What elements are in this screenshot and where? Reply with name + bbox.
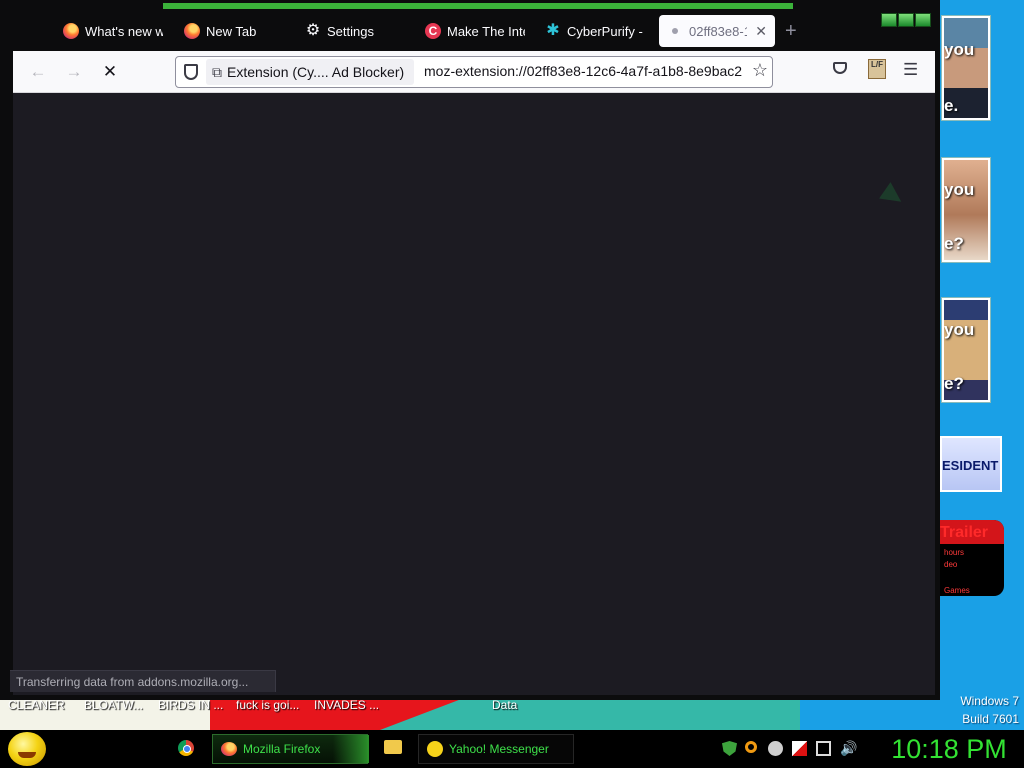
desktop-icon-label[interactable]: BLOATW... xyxy=(84,698,143,712)
windows-version-label: Windows 7 xyxy=(960,694,1019,708)
chat-icon[interactable] xyxy=(768,741,783,756)
chrome-icon[interactable] xyxy=(178,740,194,756)
tab-settings[interactable]: ⚙ Settings xyxy=(297,15,413,47)
tracking-protection-shield-icon[interactable] xyxy=(184,64,198,80)
desktop-thumbnail-2[interactable]: you e? xyxy=(942,158,990,262)
loading-dot-icon xyxy=(672,28,678,34)
close-tab-icon[interactable]: ✕ xyxy=(755,23,767,40)
identity-box[interactable]: ⧉ Extension (Cy.... Ad Blocker) xyxy=(206,59,414,85)
desktop-icon-label[interactable]: CLEANER xyxy=(8,698,65,712)
tab-label: CyberPurify - I xyxy=(567,23,645,39)
thumbnail-text: e? xyxy=(944,234,964,253)
security-shield-icon[interactable] xyxy=(722,741,737,756)
desktop-icon-label[interactable]: BIRDS IN ... xyxy=(158,698,223,712)
firefox-icon xyxy=(221,742,237,756)
tab-extension-active[interactable]: 02ff83e8-12 ✕ xyxy=(659,15,775,47)
start-button[interactable] xyxy=(8,732,46,766)
trailer-banner[interactable]: Trailer hours deo Games xyxy=(940,520,1004,596)
tab-label: 02ff83e8-12 xyxy=(689,23,747,39)
firefox-icon xyxy=(63,23,79,39)
back-button[interactable]: ← xyxy=(25,59,51,85)
tab-label: New Tab xyxy=(206,23,257,39)
tab-new-tab[interactable]: New Tab xyxy=(176,15,292,47)
taskbar-firefox[interactable]: Mozilla Firefox xyxy=(212,734,369,764)
volume-icon[interactable]: 🔊 xyxy=(840,741,857,756)
tab-strip: What's new wi New Tab ⚙ Settings C Make … xyxy=(3,11,937,49)
forward-button[interactable]: → xyxy=(61,59,87,85)
url-bar[interactable]: ⧉ Extension (Cy.... Ad Blocker) moz-exte… xyxy=(175,56,773,88)
action-center-flag-icon[interactable] xyxy=(792,741,807,756)
desktop-thumbnail-1[interactable]: you e. xyxy=(942,16,990,120)
thumbnail-text: e. xyxy=(944,96,959,115)
taskbar-label: Yahoo! Messenger xyxy=(449,742,549,756)
app-menu-button[interactable]: ☰ xyxy=(903,60,918,80)
desktop-icon-label[interactable]: Data xyxy=(492,698,517,712)
desktop-icon-label[interactable]: fuck is goi... xyxy=(236,698,299,712)
page-content xyxy=(13,93,935,695)
tab-label: Make The Inte xyxy=(447,23,525,39)
firefox-window: What's new wi New Tab ⚙ Settings C Make … xyxy=(0,0,940,700)
trailer-line: hours xyxy=(944,548,965,557)
tab-make-the-internet[interactable]: C Make The Inte xyxy=(417,15,533,47)
taskbar-highlight xyxy=(333,735,369,763)
president-text: ESIDENT xyxy=(942,458,999,473)
trailer-line: deo xyxy=(944,560,958,569)
titlebar-accent xyxy=(163,3,793,9)
desktop-icon-label[interactable]: INVADES ... xyxy=(314,698,379,712)
trailer-line: Games xyxy=(944,586,970,595)
thumbnail-text: e? xyxy=(944,374,964,393)
desktop-thumbnail-3[interactable]: you e? xyxy=(942,298,990,402)
new-tab-button[interactable]: + xyxy=(785,21,797,41)
extension-puzzle-icon: ⧉ xyxy=(212,63,222,80)
pocket-icon[interactable] xyxy=(833,62,847,74)
tab-whats-new[interactable]: What's new wi xyxy=(55,15,171,47)
gear-icon: ⚙ xyxy=(305,22,321,39)
taskbar-label: Mozilla Firefox xyxy=(243,742,321,756)
identity-label: Extension (Cy.... Ad Blocker) xyxy=(227,64,405,80)
desktop-icon-labels: CLEANER BLOATW... BIRDS IN ... fuck is g… xyxy=(0,698,800,714)
tab-label: Settings xyxy=(327,23,374,39)
folder-icon[interactable] xyxy=(384,740,402,754)
stop-loading-button[interactable]: ✕ xyxy=(97,59,123,85)
firefox-icon xyxy=(184,23,200,39)
lf-extension-icon[interactable]: L/F xyxy=(868,59,886,79)
status-panel: Transferring data from addons.mozilla.or… xyxy=(10,670,276,692)
tab-label: What's new wi xyxy=(85,23,163,39)
clock[interactable]: 10:18 PM xyxy=(878,732,1020,766)
url-text[interactable]: moz-extension://02ff83e8-12c6-4a7f-a1b8-… xyxy=(424,63,742,79)
president-banner[interactable]: ESIDENT xyxy=(940,436,1002,492)
c-logo-icon: C xyxy=(425,23,441,39)
windows-build-label: Build 7601 xyxy=(962,712,1019,726)
network-icon[interactable] xyxy=(816,741,831,756)
taskbar-yahoo-messenger[interactable]: Yahoo! Messenger xyxy=(418,734,574,764)
search-icon[interactable] xyxy=(745,741,757,753)
tab-cyberpurify[interactable]: ✱ CyberPurify - I xyxy=(537,15,653,47)
thumbnail-text: you xyxy=(944,180,975,199)
thumbnail-text: you xyxy=(944,320,975,339)
trailer-title: Trailer xyxy=(940,524,989,541)
thumbnail-text: you xyxy=(944,40,975,59)
bookmark-star-icon[interactable]: ☆ xyxy=(752,60,768,81)
yahoo-smiley-icon xyxy=(427,741,443,757)
puzzle-icon: ✱ xyxy=(546,22,560,39)
taskbar: Mozilla Firefox Yahoo! Messenger 🔊 10:18… xyxy=(0,730,1024,768)
navigation-toolbar: ← → ✕ ⧉ Extension (Cy.... Ad Blocker) mo… xyxy=(13,51,935,93)
